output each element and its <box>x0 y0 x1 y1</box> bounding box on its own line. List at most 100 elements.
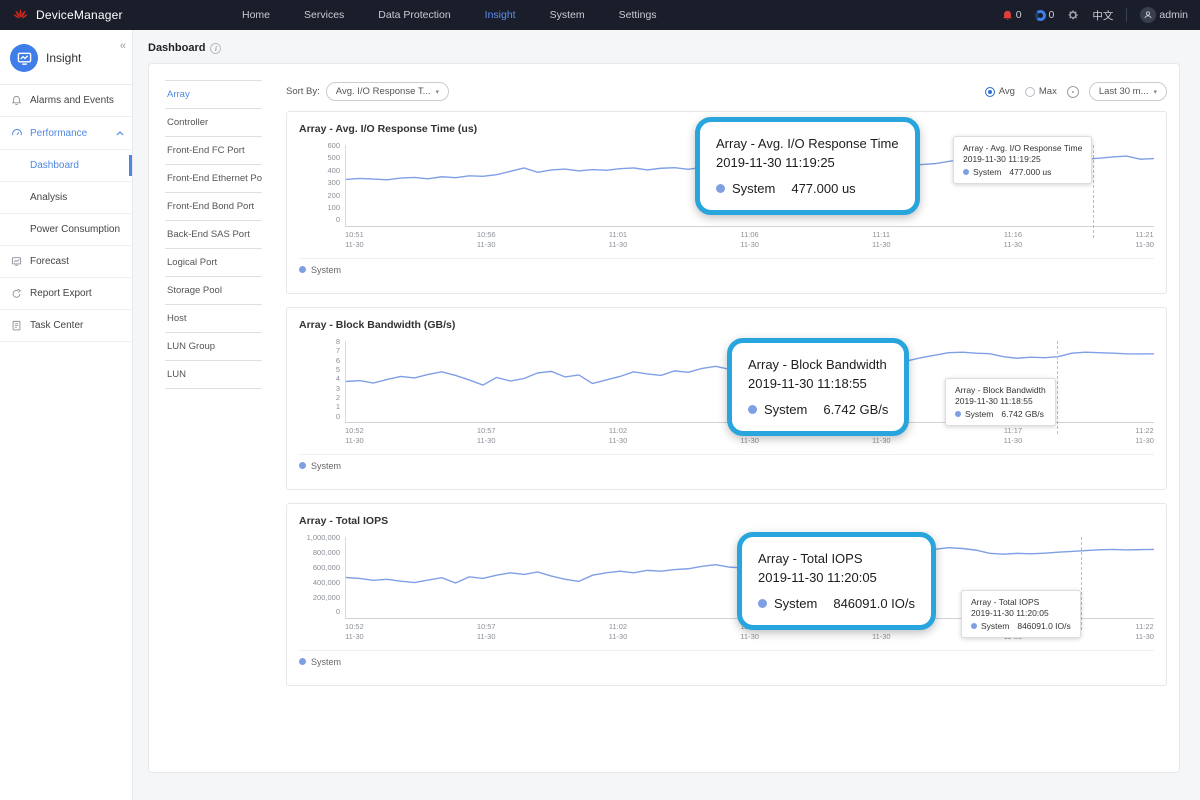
top-navigation-bar: DeviceManager Home Services Data Protect… <box>0 0 1200 30</box>
avg-radio[interactable]: Avg <box>985 86 1015 97</box>
series-color-dot <box>299 266 306 273</box>
legend[interactable]: System <box>299 454 1154 473</box>
user-menu[interactable]: admin <box>1140 7 1188 23</box>
dashboard-card: Array Controller Front-End FC Port Front… <box>148 63 1180 773</box>
clipboard-icon <box>10 320 23 331</box>
top-nav: Home Services Data Protection Insight Sy… <box>242 9 657 21</box>
brand: DeviceManager <box>12 7 222 24</box>
series-color-dot <box>758 599 767 608</box>
chart-title: Array - Block Bandwidth (GB/s) <box>299 319 1154 331</box>
task-indicator[interactable]: 0 <box>1035 9 1055 21</box>
sidebar-item-performance[interactable]: Performance <box>0 117 132 150</box>
magnified-tooltip-callout: Array - Avg. I/O Response Time 2019-11-3… <box>695 117 920 215</box>
resource-item-back-end-sas-port[interactable]: Back-End SAS Port <box>165 221 262 249</box>
series-color-dot <box>716 184 725 193</box>
legend[interactable]: System <box>299 258 1154 277</box>
resource-item-host[interactable]: Host <box>165 305 262 333</box>
gauge-icon <box>10 127 23 139</box>
max-label: Max <box>1039 86 1057 97</box>
sort-by-label: Sort By: <box>286 86 320 97</box>
avatar <box>1140 7 1156 23</box>
chevron-down-icon: ▾ <box>436 88 440 96</box>
tooltip-value: 6.742 GB/s <box>823 402 888 417</box>
resource-item-lun[interactable]: LUN <box>165 361 262 389</box>
chart-title: Array - Total IOPS <box>299 515 1154 527</box>
legend-label: System <box>311 461 341 471</box>
tooltip-title: Array - Total IOPS <box>758 550 915 569</box>
collapse-sidebar-icon[interactable]: « <box>120 40 126 52</box>
resource-item-front-end-bond-port[interactable]: Front-End Bond Port <box>165 193 262 221</box>
legend-label: System <box>311 657 341 667</box>
nav-data-protection[interactable]: Data Protection <box>378 9 450 21</box>
crosshair-line <box>1081 537 1082 630</box>
series-color-dot <box>748 405 757 414</box>
resource-item-front-end-ethernet-port[interactable]: Front-End Ethernet Por <box>165 165 262 193</box>
sidebar-item-dashboard[interactable]: Dashboard <box>0 150 132 182</box>
time-refresh-icon[interactable] <box>1067 86 1079 98</box>
divider <box>1126 8 1127 22</box>
sort-by-dropdown[interactable]: Avg. I/O Response T... ▾ <box>326 82 449 101</box>
nav-services[interactable]: Services <box>304 9 344 21</box>
avg-label: Avg <box>999 86 1015 97</box>
gear-icon[interactable] <box>1067 9 1079 21</box>
radio-unselected-icon <box>1025 87 1035 97</box>
max-radio[interactable]: Max <box>1025 86 1057 97</box>
nav-insight[interactable]: Insight <box>485 9 516 21</box>
export-icon <box>10 288 23 299</box>
tooltip-value: 477.000 us <box>791 181 855 196</box>
sidebar-item-label: Report Export <box>30 288 92 299</box>
charts-column: Sort By: Avg. I/O Response T... ▾ Avg Ma… <box>286 80 1167 756</box>
alarm-indicator[interactable]: 0 <box>1002 9 1022 21</box>
sidebar-header: Insight « <box>0 30 132 84</box>
tooltip-title: Array - Total IOPS <box>971 597 1071 607</box>
username: admin <box>1159 9 1188 21</box>
language-switch[interactable]: 中文 <box>1092 8 1113 23</box>
insight-sidebar: Insight « Alarms and Events Performance … <box>0 30 133 800</box>
resource-item-front-end-fc-port[interactable]: Front-End FC Port <box>165 137 262 165</box>
resource-item-lun-group[interactable]: LUN Group <box>165 333 262 361</box>
tooltip-series: System <box>981 621 1009 631</box>
nav-system[interactable]: System <box>550 9 585 21</box>
tooltip-value: 846091.0 IO/s <box>833 596 915 611</box>
chart-panel-total-iops: Array - Total IOPS 1,000,000800,000600,0… <box>286 503 1167 686</box>
tooltip-datetime: 2019-11-30 11:19:25 <box>963 154 1082 164</box>
sidebar-item-forecast[interactable]: Forecast <box>0 246 132 278</box>
sidebar-item-task-center[interactable]: Task Center <box>0 310 132 342</box>
sidebar-item-label: Performance <box>30 128 87 139</box>
tooltip-value: 846091.0 IO/s <box>1017 621 1070 631</box>
legend[interactable]: System <box>299 650 1154 669</box>
page-title-text: Dashboard <box>148 42 205 54</box>
resource-item-array[interactable]: Array <box>165 81 262 109</box>
nav-home[interactable]: Home <box>242 9 270 21</box>
alarm-bell-icon <box>1002 10 1013 21</box>
resource-item-storage-pool[interactable]: Storage Pool <box>165 277 262 305</box>
time-range-dropdown[interactable]: Last 30 m... ▾ <box>1089 82 1167 101</box>
chevron-up-icon <box>116 128 124 139</box>
tooltip-title: Array - Block Bandwidth <box>955 385 1046 395</box>
sidebar-item-alarms-and-events[interactable]: Alarms and Events <box>0 85 132 117</box>
info-icon[interactable]: i <box>210 43 221 54</box>
tooltip-title: Array - Block Bandwidth <box>748 356 888 375</box>
sidebar-item-report-export[interactable]: Report Export <box>0 278 132 310</box>
insight-logo-icon <box>10 44 38 72</box>
chart-panel-avg-io-response-time: Array - Avg. I/O Response Time (us) 6005… <box>286 111 1167 294</box>
page-title: Dashboard i <box>148 42 1180 54</box>
y-axis: 876543210 <box>299 338 345 420</box>
radio-selected-icon <box>985 87 995 97</box>
resource-item-logical-port[interactable]: Logical Port <box>165 249 262 277</box>
sidebar-item-label: Dashboard <box>30 160 79 171</box>
tooltip-datetime: 2019-11-30 11:18:55 <box>955 396 1046 406</box>
tooltip-series: System <box>732 181 775 196</box>
legend-label: System <box>311 265 341 275</box>
active-indicator <box>129 155 132 176</box>
nav-settings[interactable]: Settings <box>619 9 657 21</box>
sidebar-item-analysis[interactable]: Analysis <box>0 182 132 214</box>
tooltip-title: Array - Avg. I/O Response Time <box>716 135 899 154</box>
controls-row: Sort By: Avg. I/O Response T... ▾ Avg Ma… <box>286 82 1167 101</box>
resource-item-controller[interactable]: Controller <box>165 109 262 137</box>
sidebar-item-power-consumption[interactable]: Power Consumption <box>0 214 132 246</box>
series-color-dot <box>963 169 969 175</box>
crosshair-line <box>1093 145 1094 238</box>
series-color-dot <box>299 462 306 469</box>
series-color-dot <box>955 411 961 417</box>
